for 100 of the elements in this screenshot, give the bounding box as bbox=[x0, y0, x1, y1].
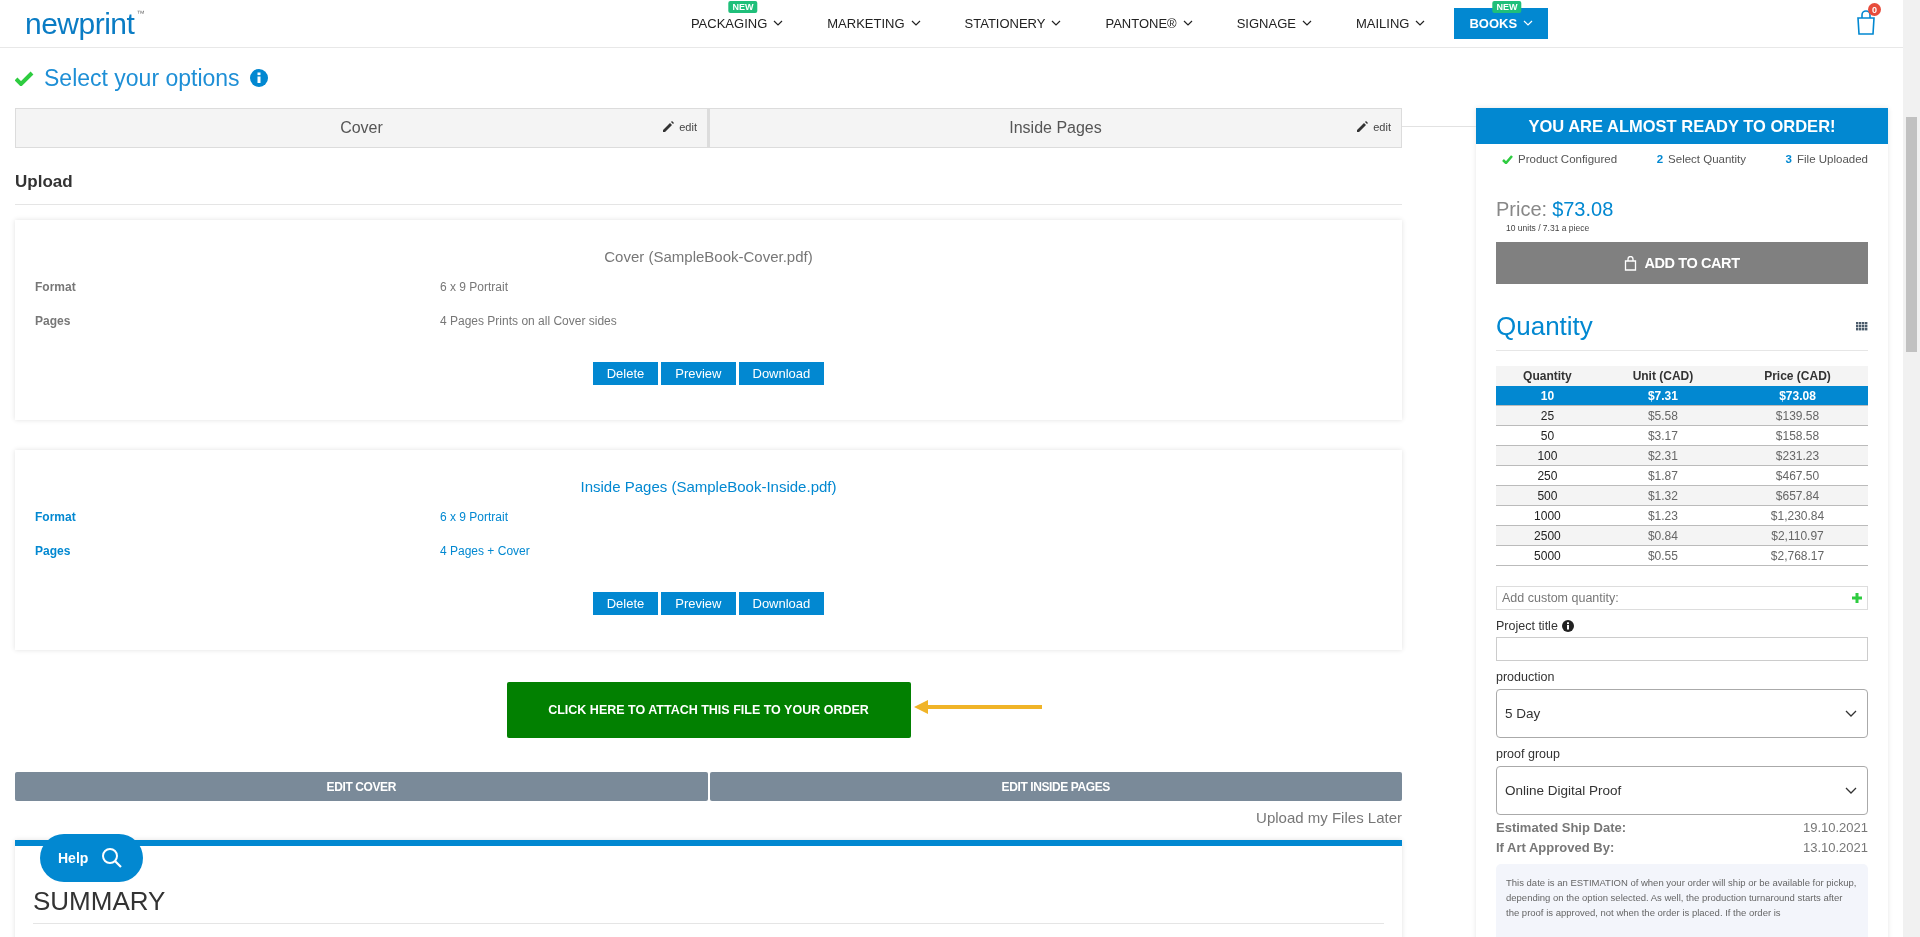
chevron-down-icon bbox=[1523, 20, 1534, 27]
table-cell: $1.87 bbox=[1598, 465, 1728, 486]
edit-link[interactable]: edit bbox=[662, 121, 697, 133]
table-cell: 50 bbox=[1496, 425, 1599, 446]
table-cell: $0.55 bbox=[1598, 545, 1728, 566]
table-cell: $2,110.97 bbox=[1727, 525, 1868, 546]
table-cell: $158.58 bbox=[1727, 425, 1868, 446]
table-cell: $231.23 bbox=[1727, 445, 1868, 466]
step-number: 2 bbox=[1656, 153, 1664, 165]
scrollbar[interactable] bbox=[1903, 0, 1920, 937]
attach-file-button[interactable]: CLICK HERE TO ATTACH THIS FILE TO YOUR ORDER bbox=[506, 682, 911, 738]
check-icon bbox=[15, 70, 34, 86]
file-action-button[interactable]: Preview bbox=[661, 362, 736, 385]
add-to-cart-button[interactable]: ADD TO CART bbox=[1496, 242, 1868, 284]
nav-item[interactable]: SIGNAGE bbox=[1221, 8, 1327, 39]
table-cell: $73.08 bbox=[1727, 386, 1868, 406]
field-label: Pages bbox=[35, 314, 72, 330]
logo[interactable]: newprint$^{™}$ bbox=[25, 6, 144, 41]
edit-button[interactable]: EDIT INSIDE PAGES bbox=[709, 772, 1402, 801]
order-banner: YOU ARE ALMOST READY TO ORDER! bbox=[1476, 108, 1888, 144]
field-label: Project title bbox=[1496, 619, 1558, 633]
section-title: Select your options bbox=[44, 64, 240, 92]
dropdown[interactable]: Online Digital Proof bbox=[1496, 766, 1868, 815]
file-card[interactable]: Cover (SampleBook-Cover.pdf) Format 6 x 9 Portrait Pages 4 Pages Prints on all Cover sides Delete Preview Download bbox=[15, 220, 1402, 420]
table-cell: $139.58 bbox=[1727, 405, 1868, 426]
chevron-down-icon bbox=[910, 20, 921, 27]
nav-item[interactable]: STATIONERY bbox=[949, 8, 1077, 39]
table-cell: $7.31 bbox=[1598, 386, 1728, 406]
chevron-down-icon bbox=[773, 20, 784, 27]
table-cell: $1.23 bbox=[1598, 505, 1728, 526]
quantity-row[interactable]: 250 $1.87 $467.50 bbox=[1496, 465, 1868, 486]
quantity-row[interactable]: 1000 $1.23 $1,230.84 bbox=[1496, 505, 1868, 526]
upload-later-link[interactable]: Upload my Files Later bbox=[15, 809, 1402, 826]
file-action-button[interactable]: Download bbox=[738, 592, 825, 615]
step-label: Select Quantity bbox=[1668, 153, 1747, 165]
price-label: Price: bbox=[1496, 198, 1548, 221]
table-cell: 100 bbox=[1496, 445, 1599, 466]
quantity-row[interactable]: 10 $7.31 $73.08 bbox=[1496, 386, 1868, 406]
chevron-down-icon bbox=[1415, 20, 1426, 27]
quantity-row[interactable]: 25 $5.58 $139.58 bbox=[1496, 405, 1868, 426]
quantity-row[interactable]: 50 $3.17 $158.58 bbox=[1496, 425, 1868, 446]
field-label: Pages bbox=[35, 544, 72, 560]
chevron-down-icon bbox=[1301, 20, 1312, 27]
date-label: Estimated Ship Date: bbox=[1496, 820, 1627, 835]
table-cell: 10 bbox=[1496, 386, 1599, 406]
field-label: proof group bbox=[1496, 747, 1561, 761]
file-card[interactable]: Inside Pages (SampleBook-Inside.pdf) Format 6 x 9 Portrait Pages 4 Pages + Cover Delete Preview Download bbox=[15, 450, 1402, 650]
file-action-button[interactable]: Download bbox=[738, 362, 825, 385]
column-header: Unit (CAD) bbox=[1598, 366, 1728, 386]
help-button[interactable]: Help bbox=[40, 834, 143, 882]
edit-button[interactable]: EDIT COVER bbox=[15, 772, 708, 801]
section-title: Quantity bbox=[1496, 311, 1593, 342]
chevron-down-icon bbox=[1845, 709, 1857, 718]
pencil-icon bbox=[662, 121, 675, 133]
table-cell: $2,768.17 bbox=[1727, 545, 1868, 566]
file-action-button[interactable]: Preview bbox=[661, 592, 736, 615]
pencil-icon bbox=[1356, 121, 1369, 133]
project-title-field[interactable] bbox=[1496, 637, 1868, 661]
column-header: Price (CAD) bbox=[1727, 366, 1868, 386]
table-cell: $657.84 bbox=[1727, 485, 1868, 506]
table-cell: 25 bbox=[1496, 405, 1599, 426]
quantity-row[interactable]: 100 $2.31 $231.23 bbox=[1496, 445, 1868, 466]
cart-count-badge: 0 bbox=[1868, 3, 1881, 16]
chevron-down-icon bbox=[1182, 20, 1193, 27]
edit-link[interactable]: edit bbox=[1356, 121, 1391, 133]
table-cell: $3.17 bbox=[1598, 425, 1728, 446]
nav-item[interactable]: PANTONE® bbox=[1090, 8, 1208, 39]
field-label: Format bbox=[35, 510, 77, 526]
section-heading: Upload bbox=[15, 172, 1402, 205]
date-label: If Art Approved By: bbox=[1496, 840, 1615, 855]
new-badge: NEW bbox=[728, 1, 758, 13]
file-title: Cover (SampleBook-Cover.pdf) bbox=[603, 247, 814, 267]
option-tab[interactable]: Inside Pages edit bbox=[708, 108, 1402, 148]
plus-icon[interactable] bbox=[1852, 593, 1862, 603]
quantity-row[interactable]: 500 $1.32 $657.84 bbox=[1496, 485, 1868, 506]
chevron-down-icon bbox=[1051, 20, 1062, 27]
nav-item[interactable]: MAILING bbox=[1340, 8, 1441, 39]
field-value: 4 Pages + Cover bbox=[440, 544, 530, 560]
file-action-button[interactable]: Delete bbox=[592, 362, 659, 385]
info-icon[interactable] bbox=[1561, 620, 1574, 632]
table-cell: 1000 bbox=[1496, 505, 1599, 526]
new-badge: NEW bbox=[1492, 1, 1522, 13]
custom-quantity-field[interactable]: Add custom quantity: bbox=[1496, 586, 1868, 610]
search-icon bbox=[102, 848, 123, 868]
chevron-down-icon bbox=[1845, 786, 1857, 795]
quantity-row[interactable]: 2500 $0.84 $2,110.97 bbox=[1496, 525, 1868, 546]
table-cell: 500 bbox=[1496, 485, 1599, 506]
field-value: 6 x 9 Portrait bbox=[440, 510, 509, 526]
nav-item[interactable]: MARKETING bbox=[812, 8, 936, 39]
dropdown[interactable]: 5 Day bbox=[1496, 689, 1868, 738]
field-value: 6 x 9 Portrait bbox=[440, 280, 509, 296]
table-cell: 5000 bbox=[1496, 545, 1599, 566]
grid-icon[interactable] bbox=[1856, 322, 1868, 331]
price-value: $73.08 bbox=[1552, 198, 1614, 221]
estimate-note: This date is an ESTIMATION of when your order will ship or be available for pickup, depending on the option selected. As well, the production turnaround starts after the proof is approved, not when the order is placed. If the order is bbox=[1496, 864, 1868, 937]
quantity-row[interactable]: 5000 $0.55 $2,768.17 bbox=[1496, 545, 1868, 566]
option-tab[interactable]: Cover edit bbox=[15, 108, 708, 148]
file-action-button[interactable]: Delete bbox=[592, 592, 659, 615]
step-label: File Uploaded bbox=[1797, 153, 1868, 165]
table-cell: $1,230.84 bbox=[1727, 505, 1868, 526]
